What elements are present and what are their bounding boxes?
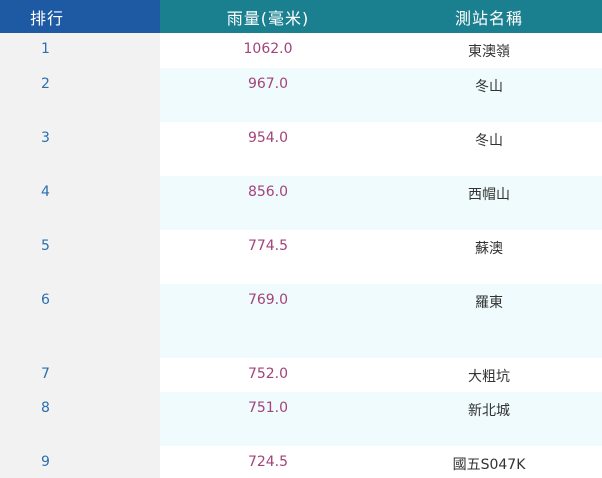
table-row: 5 774.5 蘇澳	[0, 230, 602, 284]
header-rainfall[interactable]: 雨量(毫米)	[160, 0, 376, 33]
table-header-row: 排行 雨量(毫米) 測站名稱	[0, 0, 602, 33]
header-station-name[interactable]: 測站名稱	[376, 0, 602, 33]
rainfall-cell: 967.0	[160, 68, 376, 122]
rank-cell: 2	[0, 68, 160, 122]
rank-cell: 7	[0, 358, 160, 392]
rainfall-ranking-table: 排行 雨量(毫米) 測站名稱 1 1062.0 東澳嶺 2 967.0 冬山 3…	[0, 0, 602, 478]
station-cell: 東澳嶺	[376, 33, 602, 68]
station-cell: 冬山	[376, 122, 602, 176]
table-row: 9 724.5 國五S047K	[0, 446, 602, 478]
header-rank[interactable]: 排行	[0, 0, 160, 33]
rank-cell: 8	[0, 392, 160, 446]
rainfall-cell: 774.5	[160, 230, 376, 284]
rank-cell: 4	[0, 176, 160, 230]
table-row: 6 769.0 羅東	[0, 284, 602, 358]
rainfall-cell: 856.0	[160, 176, 376, 230]
table-row: 8 751.0 新北城	[0, 392, 602, 446]
table-row: 7 752.0 大粗坑	[0, 358, 602, 392]
rank-cell: 1	[0, 33, 160, 68]
table-row: 1 1062.0 東澳嶺	[0, 33, 602, 68]
station-cell: 西帽山	[376, 176, 602, 230]
rainfall-cell: 769.0	[160, 284, 376, 358]
station-cell: 蘇澳	[376, 230, 602, 284]
station-cell: 冬山	[376, 68, 602, 122]
rank-cell: 5	[0, 230, 160, 284]
table-row: 2 967.0 冬山	[0, 68, 602, 122]
station-cell: 新北城	[376, 392, 602, 446]
table-row: 4 856.0 西帽山	[0, 176, 602, 230]
rainfall-cell: 724.5	[160, 446, 376, 478]
rank-cell: 3	[0, 122, 160, 176]
rainfall-cell: 752.0	[160, 358, 376, 392]
station-cell: 大粗坑	[376, 358, 602, 392]
rank-cell: 9	[0, 446, 160, 478]
rank-cell: 6	[0, 284, 160, 358]
station-cell: 國五S047K	[376, 446, 602, 478]
rainfall-cell: 1062.0	[160, 33, 376, 68]
rainfall-cell: 954.0	[160, 122, 376, 176]
rainfall-cell: 751.0	[160, 392, 376, 446]
station-cell: 羅東	[376, 284, 602, 358]
table-row: 3 954.0 冬山	[0, 122, 602, 176]
